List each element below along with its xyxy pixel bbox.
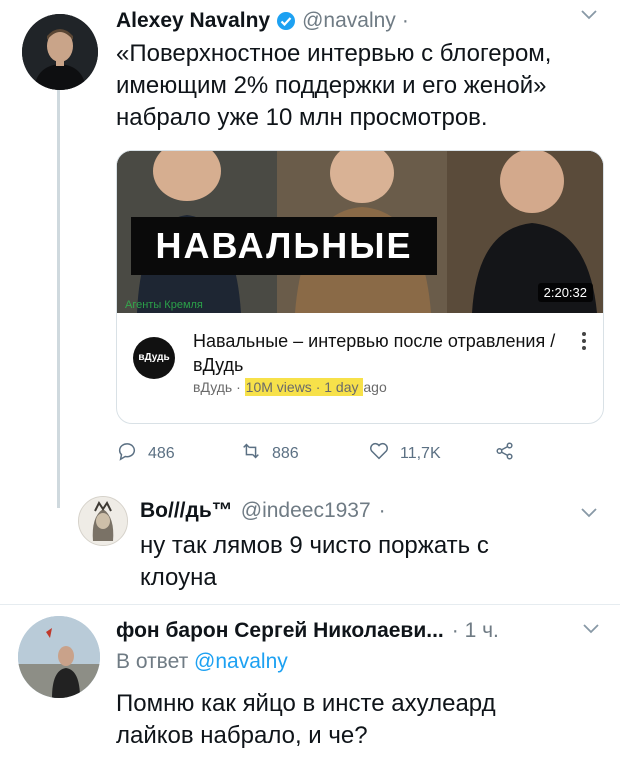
share-button[interactable] <box>494 440 516 467</box>
verified-badge-icon <box>276 11 296 31</box>
reply-to-prefix: В ответ <box>116 650 195 673</box>
retweet-icon <box>240 440 262 467</box>
tweet-header: Alexey Navalny @navalny · <box>116 6 409 36</box>
reply1-author-name[interactable]: Во///дь™ <box>140 499 233 523</box>
chevron-down-icon[interactable] <box>580 506 598 524</box>
reply-to-handle[interactable]: @navalny <box>194 650 288 673</box>
comment-icon <box>116 440 138 467</box>
reply-button[interactable]: 486 <box>116 440 175 467</box>
video-age-suffix: ago <box>363 379 387 395</box>
reply2-author-name[interactable]: фон барон Сергей Николаеви... <box>116 619 444 643</box>
chevron-down-icon[interactable] <box>580 8 598 26</box>
thread-line <box>57 88 60 508</box>
thumbnail-watermark: Агенты Кремля <box>125 299 203 311</box>
reply1-text: ну так лямов 9 чисто поржать с клоуна <box>140 532 489 591</box>
retweet-count: 886 <box>272 444 299 462</box>
reply2-header: фон барон Сергей Николаеви... · 1 ч. <box>116 616 499 646</box>
author-handle[interactable]: @navalny <box>302 9 396 33</box>
reply-count: 486 <box>148 444 175 462</box>
reply1-handle[interactable]: @indeec1937 <box>241 499 371 523</box>
share-icon <box>494 440 516 467</box>
reply2-text: Помню как яйцо в инсте ахулеард лайков н… <box>116 690 496 749</box>
tweet-text: «Поверхностное интервью с блогером, имею… <box>116 40 552 131</box>
reply-divider <box>0 604 620 605</box>
reply1-header: Во///дь™ @indeec1937 · <box>140 496 386 526</box>
video-duration: 2:20:32 <box>537 283 593 302</box>
retweet-button[interactable]: 886 <box>240 440 299 467</box>
more-options-icon[interactable] <box>581 331 587 351</box>
video-channel: вДудь · <box>193 379 245 395</box>
separator-dot: · <box>378 499 386 522</box>
channel-logo[interactable]: вДудь <box>133 337 175 379</box>
like-count: 11,7K <box>400 444 441 462</box>
author-name[interactable]: Alexey Navalny <box>116 9 270 33</box>
chevron-down-icon[interactable] <box>582 622 600 640</box>
reply2-avatar[interactable] <box>18 616 100 698</box>
separator-dot: · <box>401 9 409 32</box>
author-avatar[interactable] <box>22 14 98 90</box>
reply2-timestamp[interactable]: · 1 ч. <box>452 619 499 643</box>
reply2-reply-to: В ответ @navalny <box>116 650 288 674</box>
video-banner-text: НАВАЛЬНЫЕ <box>131 217 437 275</box>
video-title[interactable]: Навальные – интервью после отравления / … <box>193 329 573 377</box>
video-views: 10M views · 1 day <box>244 378 364 396</box>
video-meta: вДудь · 10M views · 1 day ago <box>193 378 387 396</box>
reply1-avatar[interactable] <box>78 496 128 546</box>
heart-icon <box>368 440 390 467</box>
like-button[interactable]: 11,7K <box>368 440 441 467</box>
video-thumbnail[interactable]: НАВАЛЬНЫЕ 2:20:32 Агенты Кремля <box>117 151 603 313</box>
video-card[interactable]: НАВАЛЬНЫЕ 2:20:32 Агенты Кремля вДудь На… <box>116 150 604 424</box>
